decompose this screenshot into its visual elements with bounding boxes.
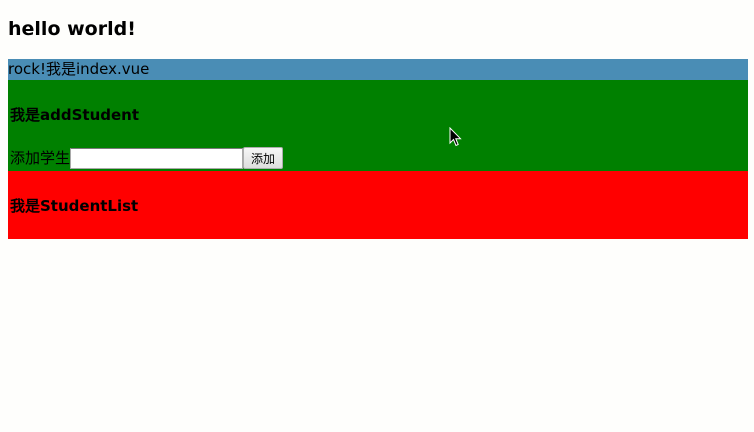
add-student-label: 添加学生 bbox=[10, 149, 71, 167]
add-student-component: 我是addStudent 添加学生 添加 bbox=[8, 80, 748, 171]
add-student-form: 添加学生 添加 bbox=[10, 147, 284, 169]
app-container: rock!我是index.vue 我是addStudent 添加学生 添加 我是… bbox=[8, 59, 748, 239]
index-text: rock!我是index.vue bbox=[8, 60, 150, 78]
add-button[interactable]: 添加 bbox=[243, 147, 284, 169]
index-component: rock!我是index.vue bbox=[8, 59, 748, 80]
student-name-input[interactable] bbox=[70, 147, 244, 169]
student-list-title: 我是StudentList bbox=[10, 197, 139, 215]
add-student-title: 我是addStudent bbox=[10, 106, 140, 124]
page-heading: hello world! bbox=[8, 18, 136, 40]
student-list-component: 我是StudentList bbox=[8, 171, 748, 239]
